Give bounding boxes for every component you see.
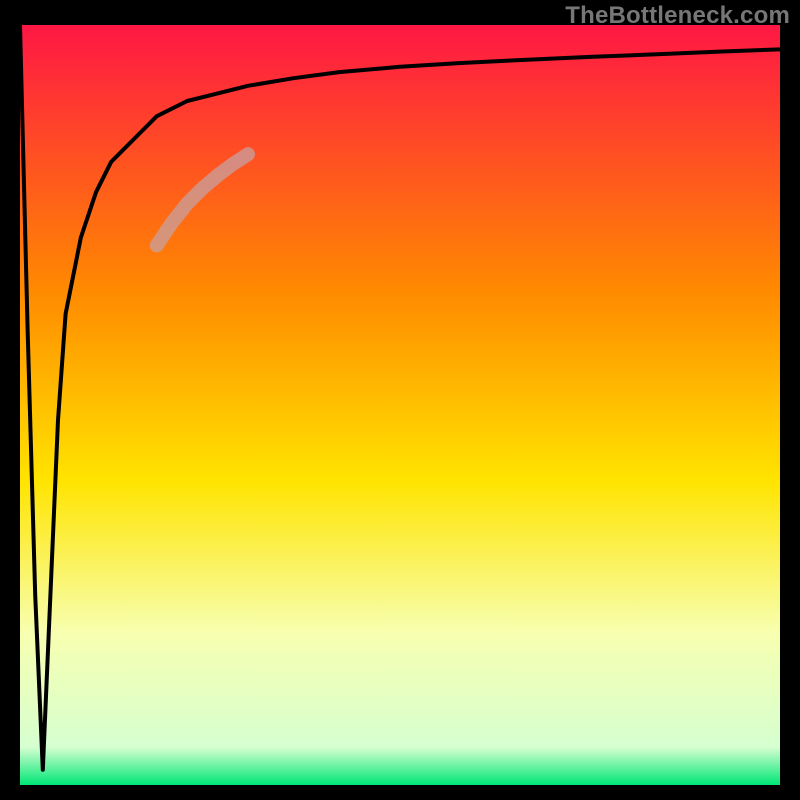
chart-svg	[20, 25, 780, 785]
plot-frame	[20, 25, 780, 785]
chart-container: TheBottleneck.com	[0, 0, 800, 800]
